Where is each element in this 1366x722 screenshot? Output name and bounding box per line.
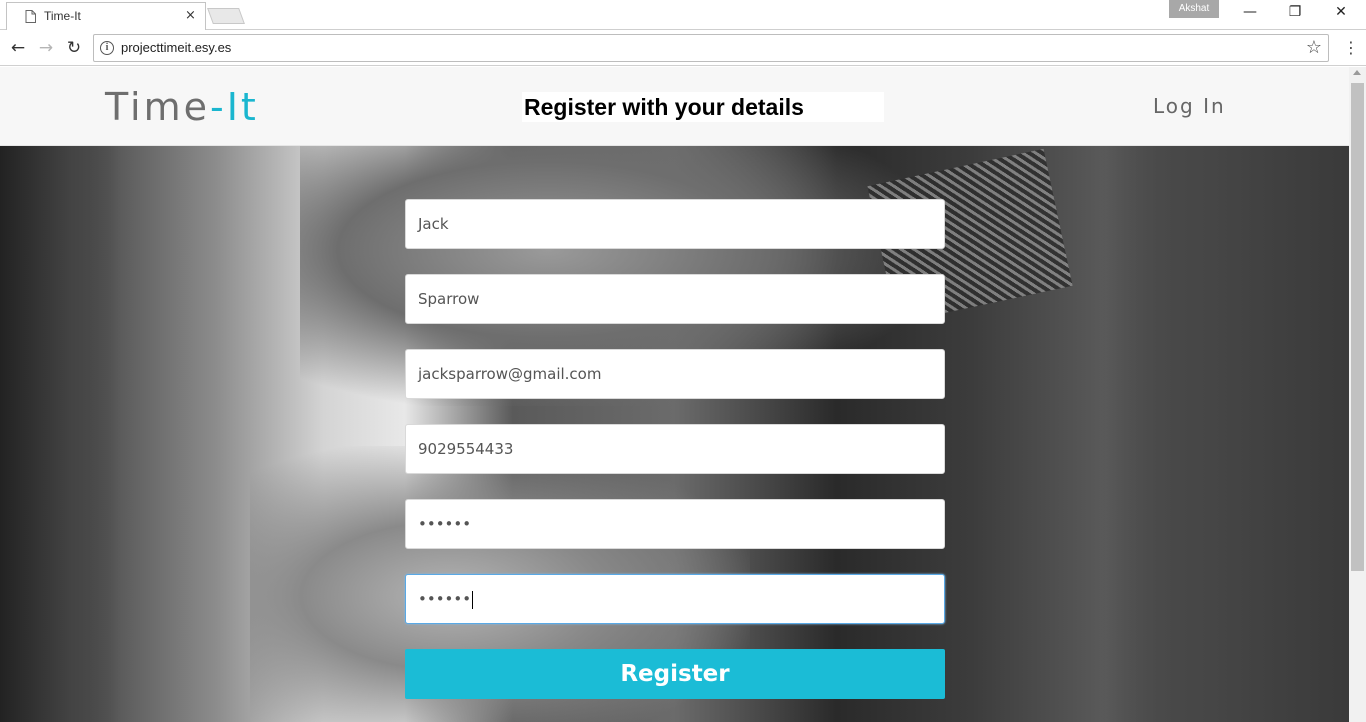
- logo-accent-text: -It: [210, 85, 259, 129]
- info-icon[interactable]: i: [100, 41, 114, 55]
- reload-icon[interactable]: ↻: [63, 38, 85, 58]
- login-link[interactable]: Log In: [1153, 94, 1226, 118]
- minimize-icon[interactable]: —: [1239, 4, 1261, 24]
- back-icon[interactable]: ←: [7, 38, 29, 58]
- last-name-field[interactable]: Sparrow: [405, 274, 945, 324]
- tab-close-icon[interactable]: ×: [185, 8, 196, 23]
- hero-image-region: [1100, 146, 1349, 722]
- hero-image-region: [0, 146, 120, 722]
- scroll-thumb[interactable]: [1351, 83, 1364, 571]
- page-viewport: Time-It Register with your details Log I…: [0, 67, 1349, 722]
- register-button[interactable]: Register: [405, 649, 945, 699]
- browser-tabstrip: Time-It × Akshat — ❐ ✕: [0, 0, 1366, 30]
- text-caret: [472, 590, 474, 609]
- site-header: Time-It Register with your details Log I…: [0, 67, 1349, 146]
- site-logo[interactable]: Time-It: [105, 85, 259, 129]
- browser-tab[interactable]: Time-It ×: [6, 2, 206, 30]
- password-field[interactable]: ••••••: [405, 499, 945, 549]
- confirm-password-field[interactable]: ••••••: [405, 574, 945, 624]
- first-name-field[interactable]: Jack: [405, 199, 945, 249]
- scroll-up-arrow-icon[interactable]: [1353, 70, 1361, 75]
- address-bar[interactable]: i projecttimeit.esy.es ☆: [93, 34, 1329, 62]
- browser-toolbar: ← → ↻ i projecttimeit.esy.es ☆ ⋮: [0, 31, 1366, 66]
- page-icon: [25, 9, 36, 23]
- browser-menu-icon[interactable]: ⋮: [1343, 39, 1359, 59]
- phone-field[interactable]: 9029554433: [405, 424, 945, 474]
- logo-main-text: Time: [105, 85, 210, 129]
- window-close-icon[interactable]: ✕: [1330, 4, 1352, 24]
- bookmark-star-icon[interactable]: ☆: [1306, 37, 1322, 58]
- forward-icon[interactable]: →: [35, 38, 57, 58]
- profile-badge[interactable]: Akshat: [1169, 0, 1219, 18]
- new-tab-button[interactable]: [207, 8, 245, 24]
- email-field[interactable]: jacksparrow@gmail.com: [405, 349, 945, 399]
- confirm-password-value: ••••••: [418, 590, 472, 608]
- page-title: Register with your details: [522, 92, 884, 122]
- page-scrollbar[interactable]: [1349, 67, 1366, 722]
- restore-icon[interactable]: ❐: [1284, 4, 1306, 24]
- tab-title: Time-It: [44, 9, 81, 23]
- url-text[interactable]: projecttimeit.esy.es: [121, 40, 231, 55]
